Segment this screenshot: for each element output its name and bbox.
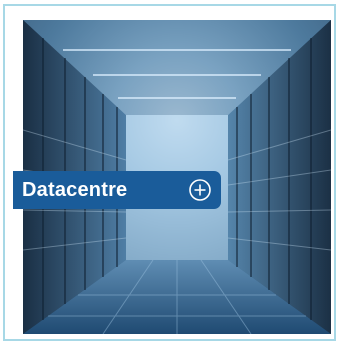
plus-circle-icon[interactable] — [188, 178, 212, 202]
datacentre-label-button[interactable]: Datacentre — [13, 171, 221, 209]
datacentre-label: Datacentre — [22, 178, 128, 201]
datacentre-card[interactable]: Datacentre — [3, 4, 336, 341]
